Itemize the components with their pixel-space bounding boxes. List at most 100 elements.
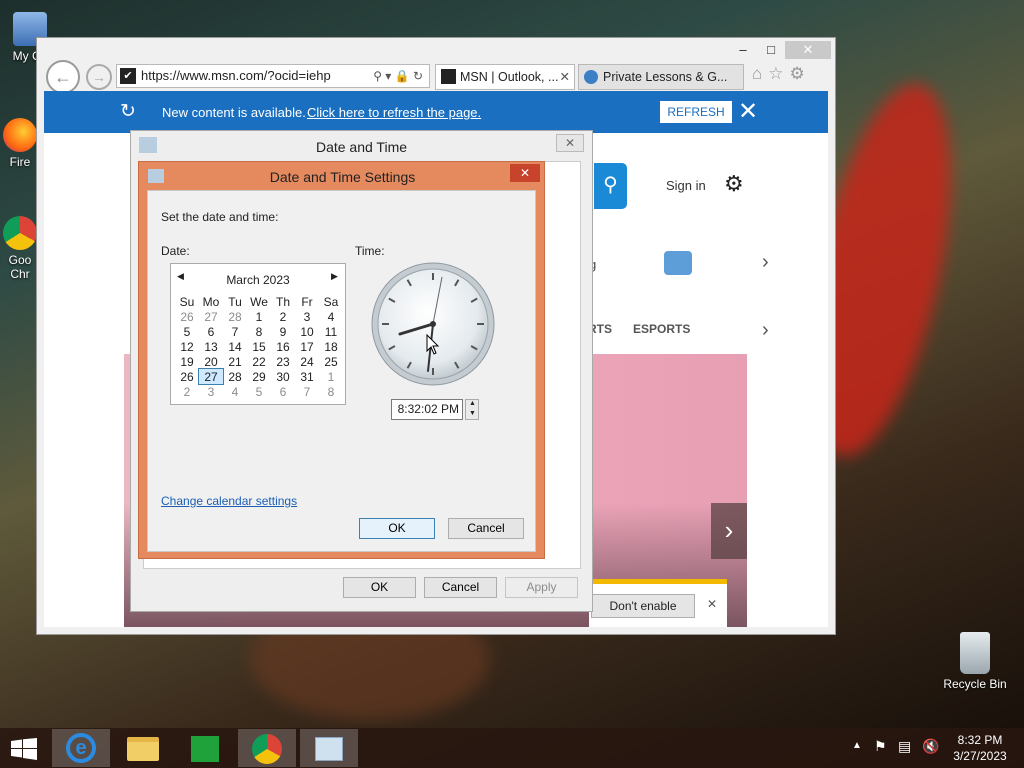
apply-button[interactable]: Apply bbox=[505, 577, 578, 598]
cancel-button[interactable]: Cancel bbox=[448, 518, 524, 539]
calendar-day[interactable]: 26 bbox=[175, 309, 199, 324]
calendar-day[interactable]: 15 bbox=[247, 339, 271, 354]
cancel-button[interactable]: Cancel bbox=[424, 577, 497, 598]
close-button[interactable]: ✕ bbox=[556, 134, 584, 152]
calendar-day[interactable]: 12 bbox=[175, 339, 199, 354]
calendar-day[interactable]: 26 bbox=[175, 369, 199, 384]
calendar-day[interactable]: 1 bbox=[247, 309, 271, 324]
calendar-day[interactable]: 22 bbox=[247, 354, 271, 369]
calendar-day[interactable]: 20 bbox=[199, 354, 223, 369]
tab-private-lessons[interactable]: Private Lessons & G... bbox=[578, 64, 744, 90]
close-button[interactable]: ✕ bbox=[785, 41, 831, 59]
calendar-day[interactable]: 7 bbox=[295, 384, 319, 399]
ok-button[interactable]: OK bbox=[359, 518, 435, 539]
volume-muted-icon[interactable]: 🔇 bbox=[922, 738, 939, 755]
address-bar[interactable]: ✔ https://www.msn.com/?ocid=iehp ⚲ ▾ 🔒 ↻ bbox=[116, 64, 430, 88]
calendar-day[interactable]: 17 bbox=[295, 339, 319, 354]
calendar-day[interactable]: 7 bbox=[223, 324, 247, 339]
calendar-day[interactable]: 14 bbox=[223, 339, 247, 354]
refresh-button[interactable]: REFRESH bbox=[660, 101, 732, 123]
start-button[interactable] bbox=[0, 729, 48, 767]
calendar-day[interactable]: 1 bbox=[319, 369, 343, 384]
taskbar-file-explorer[interactable] bbox=[114, 729, 172, 767]
next-month-icon[interactable]: ▶ bbox=[331, 271, 338, 282]
calendar-day[interactable]: 2 bbox=[175, 384, 199, 399]
nav-item-esports[interactable]: ESPORTS bbox=[633, 322, 690, 336]
addon-notification: Don't enable ✕ bbox=[589, 579, 727, 627]
taskbar-clock[interactable]: 8:32 PM 3/27/2023 bbox=[942, 732, 1018, 764]
calendar-month[interactable]: March 2023 bbox=[171, 273, 345, 287]
calendar-day[interactable]: 29 bbox=[247, 369, 271, 384]
spinner-down-icon[interactable]: ▼ bbox=[469, 410, 476, 417]
change-calendar-settings-link[interactable]: Change calendar settings bbox=[161, 494, 297, 508]
desktop-icon-recycle-bin[interactable]: Recycle Bin bbox=[942, 632, 1008, 691]
search-icon[interactable]: ⚲ bbox=[594, 163, 627, 209]
calendar-day-selected[interactable]: 27 bbox=[198, 368, 224, 385]
time-spinner[interactable]: ▲ ▼ bbox=[465, 399, 479, 420]
spinner-up-icon[interactable]: ▲ bbox=[469, 400, 476, 407]
address-bar-controls-icon[interactable]: ⚲ ▾ 🔒 ↻ bbox=[373, 65, 423, 87]
dont-enable-button[interactable]: Don't enable bbox=[591, 594, 695, 618]
time-input[interactable]: 8:32:02 PM bbox=[391, 399, 463, 420]
taskbar-internet-explorer[interactable]: e bbox=[52, 729, 110, 767]
notification-close-icon[interactable]: ✕ bbox=[738, 97, 758, 126]
calendar-day[interactable]: 3 bbox=[295, 309, 319, 324]
calendar-day[interactable]: 25 bbox=[319, 354, 343, 369]
favorites-star-icon[interactable]: ☆ bbox=[768, 64, 789, 83]
calendar-day[interactable]: 13 bbox=[199, 339, 223, 354]
network-icon[interactable]: ▤ bbox=[898, 738, 911, 755]
settings-gear-icon[interactable]: ⚙ bbox=[790, 64, 811, 83]
msn-favicon-icon bbox=[441, 69, 456, 84]
calendar-day[interactable]: 16 bbox=[271, 339, 295, 354]
forward-button[interactable]: → bbox=[86, 64, 112, 90]
internet-explorer-icon: e bbox=[66, 733, 96, 763]
calendar-day[interactable]: 4 bbox=[319, 309, 343, 324]
calendar-day[interactable]: 31 bbox=[295, 369, 319, 384]
maximize-button[interactable]: □ bbox=[757, 41, 785, 59]
calendar-day[interactable]: 10 bbox=[295, 324, 319, 339]
chevron-right-icon[interactable]: › bbox=[762, 251, 769, 274]
close-icon[interactable]: ✕ bbox=[707, 597, 717, 611]
minimize-button[interactable]: – bbox=[729, 41, 757, 59]
calendar-day[interactable]: 4 bbox=[223, 384, 247, 399]
ok-button[interactable]: OK bbox=[343, 577, 416, 598]
tab-close-icon[interactable]: ✕ bbox=[560, 65, 570, 89]
refresh-icon: ↻ bbox=[120, 101, 136, 122]
calendar-day[interactable]: 27 bbox=[199, 309, 223, 324]
dialog-title: Date and Time bbox=[315, 139, 408, 155]
action-center-flag-icon[interactable]: ⚑ bbox=[874, 738, 887, 755]
calendar-day[interactable]: 6 bbox=[271, 384, 295, 399]
calendar-day[interactable]: 3 bbox=[199, 384, 223, 399]
calendar-day[interactable]: 19 bbox=[175, 354, 199, 369]
calendar-day[interactable]: 5 bbox=[247, 384, 271, 399]
calendar-day[interactable]: 18 bbox=[319, 339, 343, 354]
calendar-day[interactable]: 28 bbox=[223, 309, 247, 324]
close-button[interactable]: ✕ bbox=[510, 164, 540, 182]
calendar-day[interactable]: 5 bbox=[175, 324, 199, 339]
calendar-day[interactable]: 24 bbox=[295, 354, 319, 369]
calendar-day[interactable]: 11 bbox=[319, 324, 343, 339]
tab-msn[interactable]: MSN | Outlook, ... ✕ bbox=[435, 64, 575, 90]
taskbar-chrome[interactable] bbox=[238, 729, 296, 767]
calendar-day[interactable]: 6 bbox=[199, 324, 223, 339]
chevron-right-icon[interactable]: › bbox=[762, 319, 769, 342]
back-button[interactable]: ← bbox=[46, 60, 80, 94]
toolbar-icons: ⌂☆⚙ bbox=[752, 64, 811, 84]
calendar-day[interactable]: 28 bbox=[223, 369, 247, 384]
calendar-day[interactable]: 9 bbox=[271, 324, 295, 339]
calendar-day[interactable]: 30 bbox=[271, 369, 295, 384]
calendar-day[interactable]: 23 bbox=[271, 354, 295, 369]
refresh-page-link[interactable]: Click here to refresh the page. bbox=[307, 105, 481, 120]
calendar-day[interactable]: 21 bbox=[223, 354, 247, 369]
calendar-day[interactable]: 2 bbox=[271, 309, 295, 324]
taskbar-store[interactable] bbox=[176, 729, 234, 767]
settings-gear-icon[interactable]: ⚙ bbox=[724, 171, 744, 197]
home-icon[interactable]: ⌂ bbox=[752, 64, 768, 83]
show-hidden-icons-icon[interactable]: ▲ bbox=[852, 740, 862, 751]
calendar-day[interactable]: 8 bbox=[319, 384, 343, 399]
calendar[interactable]: ◀ March 2023 ▶ Su Mo Tu We Th Fr Sa 26 2… bbox=[170, 263, 346, 405]
calendar-day[interactable]: 8 bbox=[247, 324, 271, 339]
taskbar-date-time[interactable] bbox=[300, 729, 358, 767]
sign-in-link[interactable]: Sign in bbox=[666, 178, 706, 193]
carousel-next-button[interactable]: › bbox=[711, 503, 747, 559]
